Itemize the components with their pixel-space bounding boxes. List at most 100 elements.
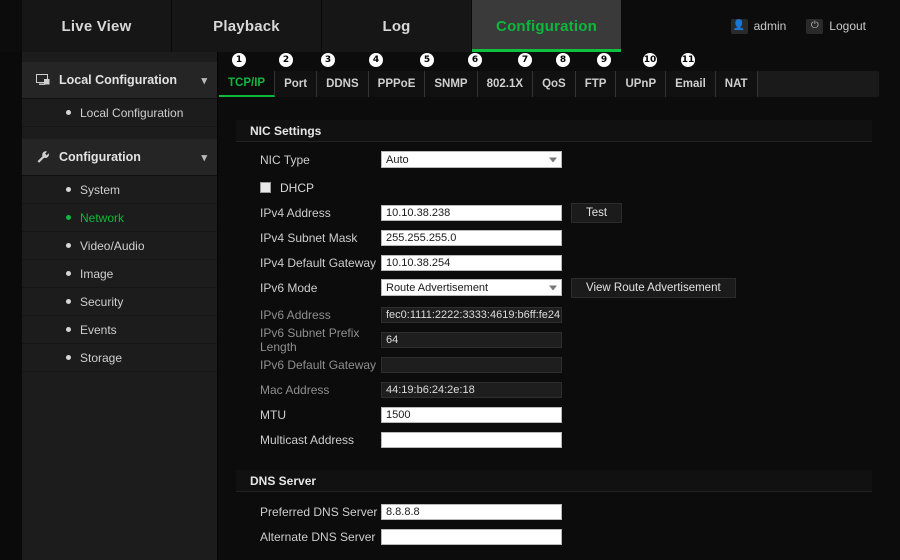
ipv6-default-gateway-label: IPv6 Default Gateway — [260, 357, 377, 372]
sidebar-item-label: Storage — [80, 350, 123, 365]
mac-address-label: Mac Address — [260, 382, 330, 397]
content-panel: 1 2 3 4 5 6 7 8 9 10 11 TCP/IP Port DDNS — [219, 52, 900, 560]
sidebar-item-label: Image — [80, 266, 114, 281]
nic-type-select[interactable]: Auto — [381, 151, 562, 168]
nic-settings-title: NIC Settings — [250, 123, 322, 138]
ipv6-prefix-length-label: IPv6 Subnet Prefix Length — [260, 325, 360, 354]
field-row-mac-address: Mac Address 44:19:b6:24:2e:18 — [236, 377, 886, 402]
sidebar-item-storage[interactable]: Storage — [22, 344, 217, 372]
sidebar-item-system[interactable]: System — [22, 176, 217, 204]
field-row-ipv6-mode: IPv6 Mode Route Advertisement View Route… — [236, 275, 886, 300]
ipv6-mode-value: Route Advertisement — [386, 281, 489, 294]
top-navigation-bar: Live View Playback Log Configuration 👤 a… — [0, 0, 900, 52]
sub-tab-email[interactable]: Email — [666, 71, 716, 97]
sub-tab-ftp[interactable]: FTP — [575, 71, 617, 97]
ipv6-prefix-length-input: 64 — [381, 331, 562, 348]
sidebar-group-configuration[interactable]: Configuration ▾ — [22, 139, 217, 176]
sidebar-item-local-configuration[interactable]: Local Configuration — [22, 99, 217, 127]
alternate-dns-label: Alternate DNS Server — [260, 529, 376, 544]
sub-tab-snmp[interactable]: SNMP — [425, 71, 478, 97]
test-button-label: Test — [586, 206, 608, 219]
mtu-input[interactable]: 1500 — [381, 406, 562, 423]
field-row-multicast-address: Multicast Address — [236, 427, 886, 452]
sub-tab-label: UPnP — [625, 78, 657, 90]
field-row-ipv4-default-gateway: IPv4 Default Gateway 10.10.38.254 — [236, 250, 886, 275]
ipv6-address-value: fec0:1111:2222:3333:4619:b6ff:fe24: — [386, 308, 562, 321]
sub-tab-ddns[interactable]: DDNS — [317, 71, 369, 97]
ipv6-prefix-length-value: 64 — [386, 333, 399, 346]
preferred-dns-input[interactable]: 8.8.8.8 — [381, 503, 562, 520]
nav-tab-log[interactable]: Log — [322, 0, 472, 52]
nav-tab-label: Live View — [61, 17, 132, 35]
nic-type-value: Auto — [386, 153, 409, 166]
field-row-mtu: MTU 1500 — [236, 402, 886, 427]
view-route-advertisement-button[interactable]: View Route Advertisement — [571, 277, 736, 298]
sidebar-item-network[interactable]: Network — [22, 204, 217, 232]
wrench-icon — [34, 150, 51, 164]
nav-tab-live-view[interactable]: Live View — [22, 0, 172, 52]
ipv4-address-value: 10.10.38.238 — [386, 206, 451, 219]
alternate-dns-input[interactable] — [381, 528, 562, 545]
ipv4-default-gateway-label: IPv4 Default Gateway — [260, 255, 377, 270]
mtu-value: 1500 — [386, 408, 411, 421]
logout-button[interactable]: ⏻ Logout — [798, 15, 874, 38]
sub-tab-pppoe[interactable]: PPPoE — [368, 71, 426, 97]
sidebar-group-label: Configuration — [59, 150, 141, 164]
multicast-address-label: Multicast Address — [260, 432, 355, 447]
ipv6-address-input: fec0:1111:2222:3333:4619:b6ff:fe24: — [381, 306, 562, 323]
field-row-dhcp: DHCP — [236, 175, 886, 200]
ipv4-subnet-mask-value: 255.255.255.0 — [386, 231, 457, 244]
nic-settings-header: NIC Settings — [236, 120, 872, 142]
dhcp-checkbox[interactable] — [260, 182, 271, 193]
ipv6-mode-label: IPv6 Mode — [260, 280, 318, 295]
bullet-icon — [66, 187, 71, 192]
ipv4-address-input[interactable]: 10.10.38.238 — [381, 204, 562, 221]
sidebar-item-video-audio[interactable]: Video/Audio — [22, 232, 217, 260]
sidebar-item-security[interactable]: Security — [22, 288, 217, 316]
sub-tab-label: PPPoE — [377, 78, 416, 90]
sub-tab-upnp[interactable]: UPnP — [616, 71, 667, 97]
nav-tab-configuration[interactable]: Configuration — [472, 0, 622, 52]
preferred-dns-label: Preferred DNS Server — [260, 504, 378, 519]
mac-address-value: 44:19:b6:24:2e:18 — [386, 383, 475, 396]
sidebar-group-local-configuration[interactable]: Local Configuration ▾ — [22, 62, 217, 99]
sub-tab-8021x[interactable]: 802.1X — [477, 71, 534, 97]
sub-tab-label: SNMP — [434, 78, 468, 90]
sub-tab-label: Port — [284, 78, 308, 90]
sidebar-item-events[interactable]: Events — [22, 316, 217, 344]
ipv4-default-gateway-value: 10.10.38.254 — [386, 256, 451, 269]
test-button[interactable]: Test — [571, 202, 623, 223]
ipv6-address-label: IPv6 Address — [260, 307, 331, 322]
multicast-address-input[interactable] — [381, 431, 562, 448]
chevron-down-icon — [549, 285, 557, 290]
ipv4-default-gateway-input[interactable]: 10.10.38.254 — [381, 254, 562, 271]
chevron-down-icon[interactable]: ▾ — [201, 151, 207, 164]
sub-tab-label: Email — [675, 78, 706, 90]
sidebar-item-label: Events — [80, 322, 117, 337]
sidebar-item-label: Video/Audio — [80, 238, 145, 253]
sub-tab-nat[interactable]: NAT — [715, 71, 758, 97]
sub-tab-qos[interactable]: QoS — [533, 71, 576, 97]
sub-tab-port[interactable]: Port — [275, 71, 318, 97]
bullet-icon — [66, 299, 71, 304]
ipv6-default-gateway-input — [381, 356, 562, 373]
user-icon: 👤 — [730, 18, 748, 34]
account-indicator[interactable]: 👤 admin — [723, 15, 795, 38]
nav-tab-label: Configuration — [496, 17, 597, 35]
ipv4-subnet-mask-input[interactable]: 255.255.255.0 — [381, 229, 562, 246]
power-icon: ⏻ — [806, 18, 824, 34]
sub-tab-label: QoS — [542, 78, 566, 90]
view-route-advertisement-label: View Route Advertisement — [586, 281, 721, 294]
sidebar: Local Configuration ▾ Local Configuratio… — [22, 52, 218, 560]
bullet-icon — [66, 243, 71, 248]
sub-tab-tcpip[interactable]: TCP/IP — [219, 71, 276, 97]
chevron-down-icon[interactable]: ▾ — [201, 74, 207, 87]
dns-server-header: DNS Server — [236, 470, 872, 492]
sub-tab-strip-wrapper: TCP/IP Port DDNS PPPoE SNMP 802.1X QoS F… — [219, 52, 900, 101]
ipv4-address-label: IPv4 Address — [260, 205, 331, 220]
sidebar-item-image[interactable]: Image — [22, 260, 217, 288]
ipv6-mode-select[interactable]: Route Advertisement — [381, 279, 562, 296]
nav-tab-label: Log — [382, 17, 411, 35]
nav-tab-playback[interactable]: Playback — [172, 0, 322, 52]
sidebar-group-label: Local Configuration — [59, 73, 178, 87]
